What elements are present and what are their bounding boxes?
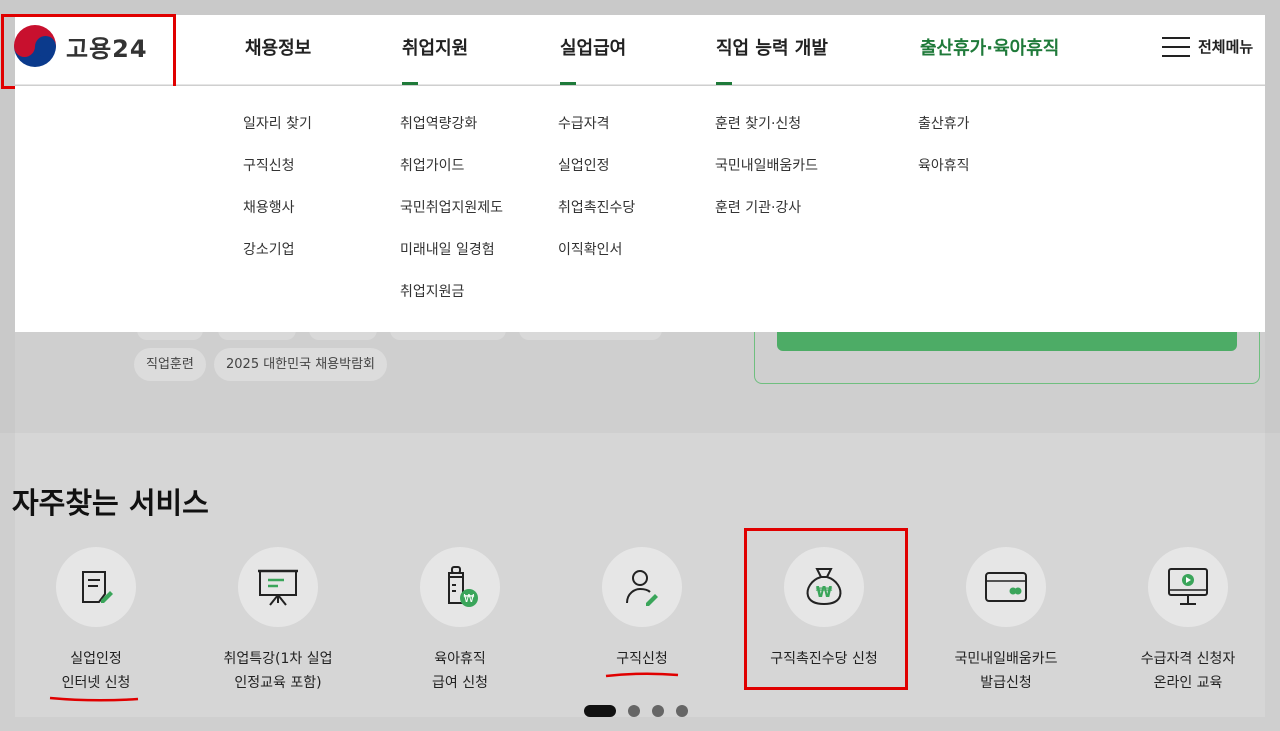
nav-unemployment-benefits[interactable]: 실업급여 <box>560 34 626 60</box>
service-label: 실업인정 인터넷 신청 <box>61 651 131 691</box>
submenu-item[interactable]: 미래내일 일경험 <box>400 239 495 259</box>
nav-recruitment[interactable]: 채용정보 <box>245 34 311 60</box>
service-icon-circle <box>602 547 682 627</box>
login-button[interactable] <box>777 332 1237 351</box>
service-employment-lecture[interactable]: 취업특강(1차 실업 인정교육 포함) <box>198 547 358 695</box>
service-icon-circle <box>56 547 136 627</box>
submenu-item[interactable]: 취업역량강화 <box>400 113 477 133</box>
pagination-dot[interactable] <box>652 705 664 717</box>
svg-text:₩: ₩ <box>464 592 475 605</box>
service-label: 구직신청 <box>616 651 668 667</box>
document-pen-icon <box>82 571 113 603</box>
annotation-highlight-service <box>744 528 908 690</box>
all-menu-button[interactable]: 전체메뉴 <box>1162 36 1253 57</box>
service-label: 수급자격 신청자 온라인 교육 <box>1140 651 1236 691</box>
nav-hover-indicator <box>560 82 576 85</box>
submenu-item[interactable]: 훈련 찾기·신청 <box>715 113 801 133</box>
submenu-item[interactable]: 국민취업지원제도 <box>400 197 503 217</box>
annotation-highlight-logo <box>1 14 176 89</box>
submenu-item[interactable]: 이직확인서 <box>558 239 622 259</box>
submenu-item[interactable]: 출산휴가 <box>918 113 970 133</box>
submenu-item[interactable]: 실업인정 <box>558 155 610 175</box>
service-label: 국민내일배움카드 발급신청 <box>954 651 1058 691</box>
annotation-underline <box>605 672 679 678</box>
submenu-item[interactable]: 취업지원금 <box>400 281 464 301</box>
pagination-dot[interactable] <box>628 705 640 717</box>
nav-hover-indicator <box>716 82 732 85</box>
carousel-pagination <box>584 705 688 717</box>
service-parental-leave-benefit[interactable]: ₩ 육아휴직 급여 신청 <box>380 547 540 695</box>
mega-menu-panel <box>15 86 1265 332</box>
nav-hover-indicator <box>402 82 418 85</box>
service-label: 취업특강(1차 실업 인정교육 포함) <box>223 651 333 691</box>
submenu-item[interactable]: 강소기업 <box>243 239 295 259</box>
service-label: 육아휴직 급여 신청 <box>432 651 488 691</box>
service-icon-circle <box>238 547 318 627</box>
monitor-play-icon <box>1168 568 1208 605</box>
nav-employment-support[interactable]: 취업지원 <box>402 34 468 60</box>
service-icon-circle <box>966 547 1046 627</box>
card-icon <box>985 572 1027 602</box>
presentation-board-icon <box>258 569 298 606</box>
submenu-item[interactable]: 구직신청 <box>243 155 295 175</box>
service-job-seeker-registration[interactable]: 구직신청 <box>562 547 722 671</box>
nav-vocational-training[interactable]: 직업 능력 개발 <box>716 34 828 60</box>
submenu-item[interactable]: 수급자격 <box>558 113 610 133</box>
baby-bottle-won-icon: ₩ <box>448 566 478 607</box>
hamburger-icon <box>1162 36 1190 57</box>
pagination-dot[interactable] <box>676 705 688 717</box>
site-header <box>15 15 1265 85</box>
pagination-dot-active[interactable] <box>584 705 616 717</box>
submenu-item[interactable]: 채용행사 <box>243 197 295 217</box>
annotation-underline <box>49 696 139 702</box>
submenu-item[interactable]: 일자리 찾기 <box>243 113 312 133</box>
submenu-item[interactable]: 국민내일배움카드 <box>715 155 818 175</box>
nav-maternity-parental-leave[interactable]: 출산휴가·육아휴직 <box>920 34 1059 60</box>
service-learning-card[interactable]: 국민내일배움카드 발급신청 <box>926 547 1086 695</box>
submenu-item[interactable]: 취업촉진수당 <box>558 197 635 217</box>
submenu-item[interactable]: 육아휴직 <box>918 155 970 175</box>
keyword-chip-job-training[interactable]: 직업훈련 <box>134 348 206 381</box>
service-icon-circle: ₩ <box>420 547 500 627</box>
service-icon-circle <box>1148 547 1228 627</box>
person-pen-icon <box>626 570 658 606</box>
service-online-education[interactable]: 수급자격 신청자 온라인 교육 <box>1108 547 1268 695</box>
keyword-chip-job-fair[interactable]: 2025 대한민국 채용박람회 <box>214 348 387 381</box>
services-title: 자주찾는 서비스 <box>12 486 209 520</box>
submenu-item[interactable]: 훈련 기관·강사 <box>715 197 801 217</box>
all-menu-label: 전체메뉴 <box>1198 38 1254 56</box>
service-unemployment-certification[interactable]: 실업인정 인터넷 신청 <box>16 547 176 695</box>
submenu-item[interactable]: 취업가이드 <box>400 155 464 175</box>
